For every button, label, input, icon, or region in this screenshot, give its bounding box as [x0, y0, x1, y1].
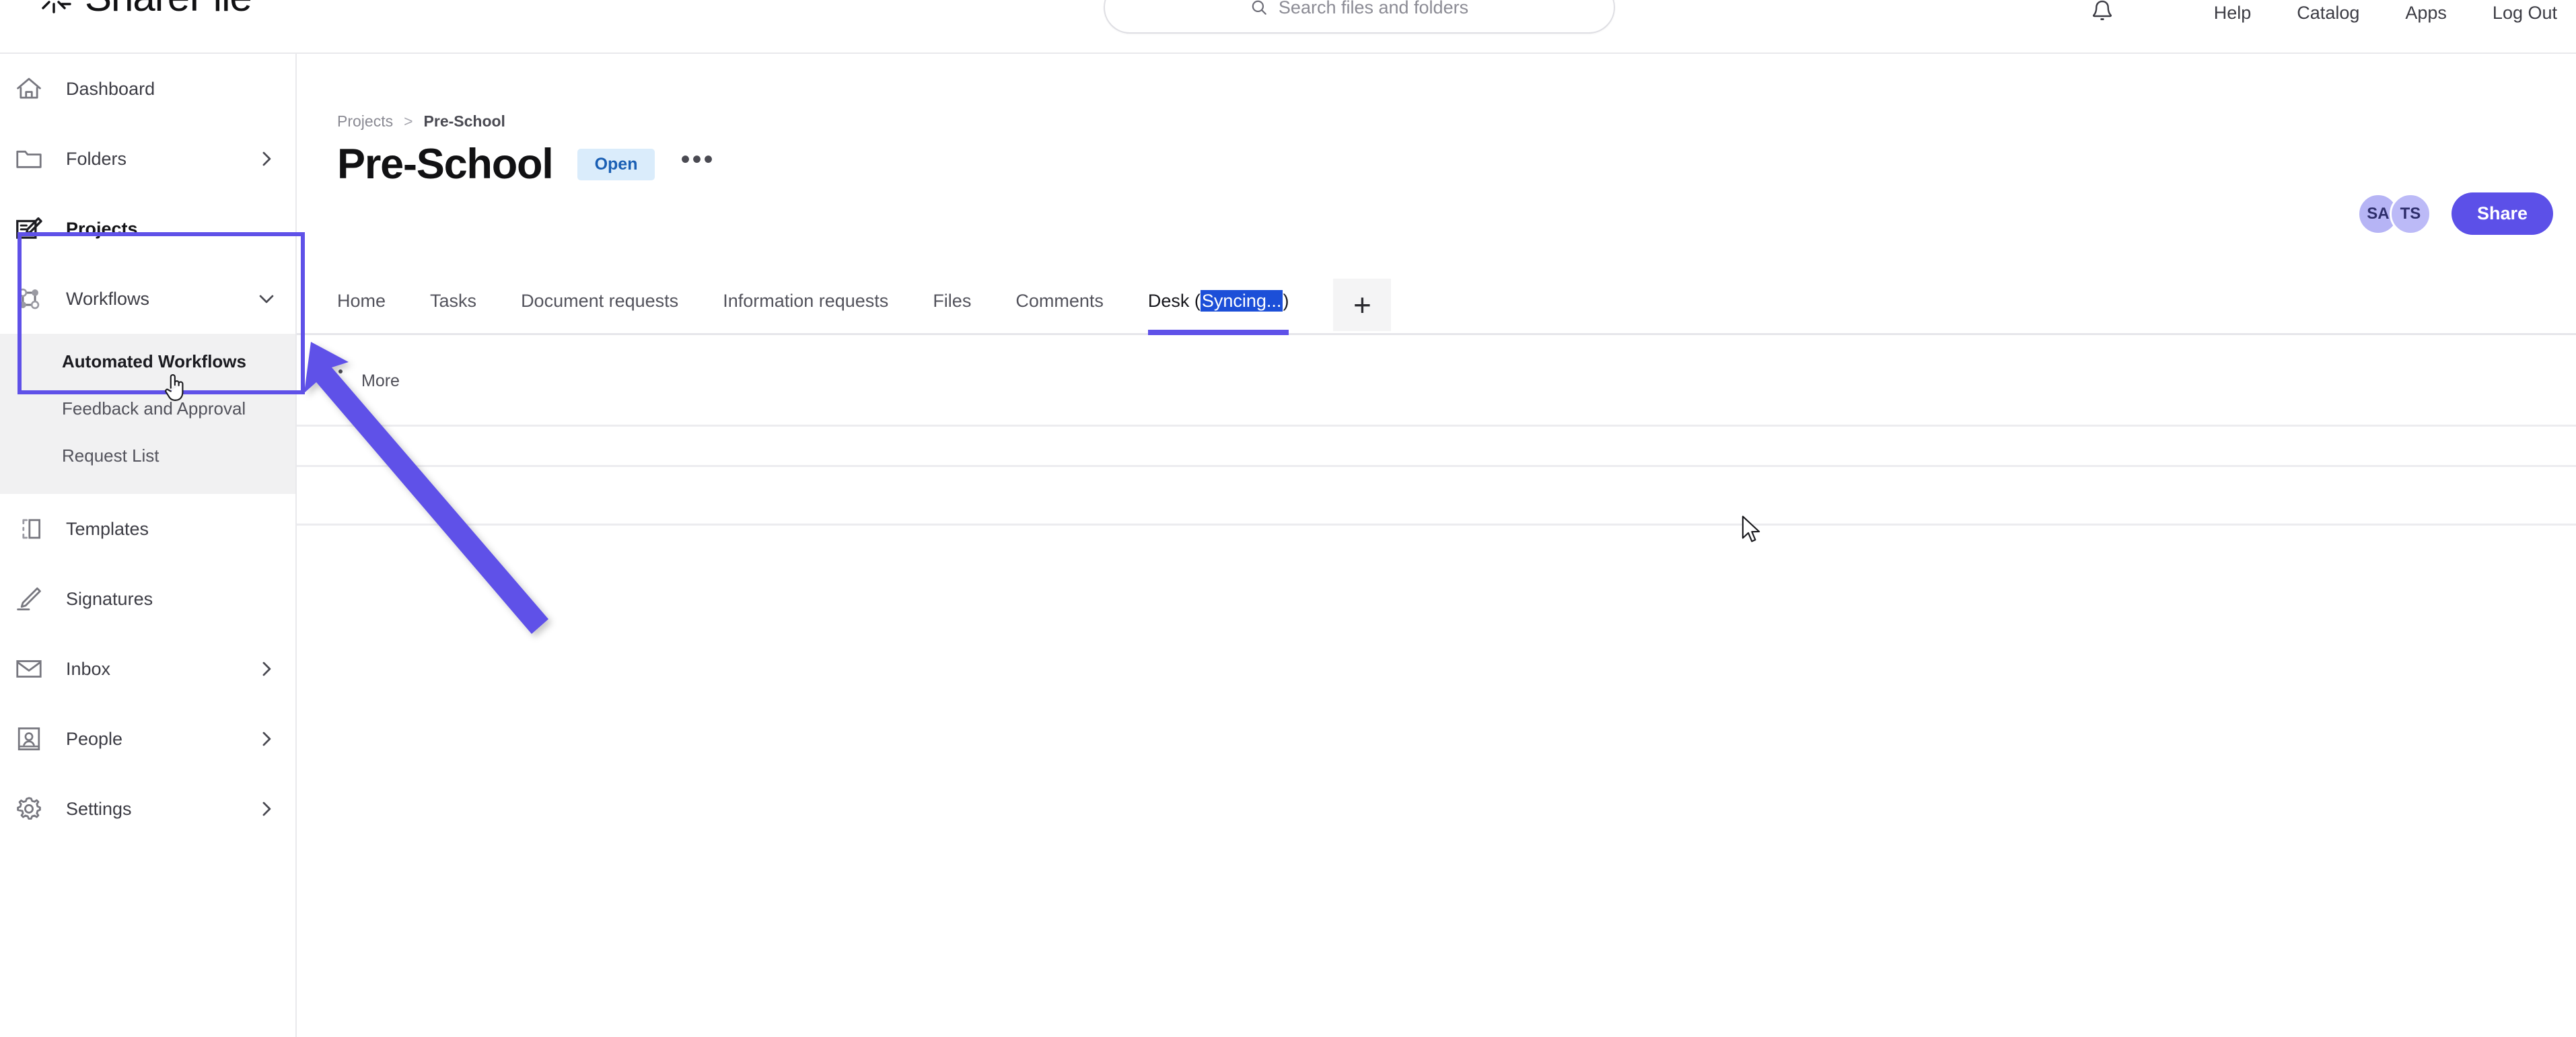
envelope-icon — [16, 660, 42, 678]
breadcrumb-link-projects[interactable]: Projects — [337, 112, 393, 131]
sidebar-item-label: People — [66, 728, 123, 749]
tab-desk-syncing[interactable]: Desk (Syncing...) — [1147, 290, 1289, 335]
header-link-apps[interactable]: Apps — [2405, 3, 2447, 24]
page-title-row: Pre-School Open ••• — [337, 138, 715, 191]
submenu-item-request-list[interactable]: Request List — [0, 432, 295, 479]
tab-desk-suffix: ) — [1283, 291, 1289, 311]
search-icon — [1252, 0, 1266, 15]
share-button[interactable]: Share — [2451, 192, 2553, 235]
sidebar-item-inbox[interactable]: Inbox — [0, 634, 295, 704]
top-header-bar: ShareFile Search files and folders Help … — [0, 0, 2576, 54]
sidebar-item-label: Dashboard — [66, 78, 155, 99]
submenu-item-label: Automated Workflows — [62, 351, 246, 371]
folder-icon — [16, 150, 42, 168]
header-link-help[interactable]: Help — [2214, 3, 2252, 24]
page-title: Pre-School — [337, 141, 554, 188]
sidebar-item-label: Projects — [66, 218, 138, 239]
sidebar-item-label: Templates — [66, 518, 149, 539]
brand-name-text: ShareFile — [85, 0, 252, 17]
content-row-empty — [297, 467, 2576, 526]
main-content: Projects > Pre-School Pre-School Open ••… — [297, 54, 2576, 1037]
sidebar-item-people[interactable]: People — [0, 704, 295, 774]
sidebar-item-workflows[interactable]: Workflows — [0, 264, 295, 334]
sidebar-item-signatures[interactable]: Signatures — [0, 564, 295, 634]
people-contact-icon — [17, 727, 40, 751]
sidebar-item-templates[interactable]: Templates — [0, 494, 295, 564]
chevron-down-icon — [259, 295, 274, 303]
chevron-right-icon — [262, 661, 271, 676]
template-icon — [22, 519, 41, 539]
search-input[interactable]: Search files and folders — [1104, 0, 1615, 34]
breadcrumb: Projects > Pre-School — [337, 112, 505, 131]
tab-comments[interactable]: Comments — [1015, 291, 1104, 333]
signature-pen-icon — [17, 587, 41, 611]
sidebar-navigation: Dashboard Folders Projects Workflows Aut… — [0, 54, 297, 1037]
tab-document-requests[interactable]: Document requests — [521, 291, 678, 333]
submenu-item-automated-workflows[interactable]: Automated Workflows — [0, 338, 295, 385]
submenu-item-feedback-and-approval[interactable]: Feedback and Approval — [0, 385, 295, 432]
sidebar-item-projects[interactable]: Projects — [0, 194, 295, 264]
vertical-dots-icon — [337, 369, 344, 392]
brand-logo[interactable]: ShareFile — [35, 0, 252, 17]
sidebar-item-label: Workflows — [66, 288, 150, 309]
header-link-catalog[interactable]: Catalog — [2297, 3, 2359, 24]
breadcrumb-current: Pre-School — [423, 112, 505, 130]
more-row[interactable]: More — [297, 337, 2576, 427]
chevron-right-icon — [262, 151, 271, 166]
chevron-right-icon — [262, 801, 271, 816]
tab-information-requests[interactable]: Information requests — [723, 291, 888, 333]
project-tabs: Home Tasks Document requests Information… — [297, 256, 2576, 335]
projects-edit-icon — [16, 217, 42, 239]
header-actions: Help Catalog Apps Log Out — [2089, 0, 2557, 27]
sidebar-item-settings[interactable]: Settings — [0, 774, 295, 844]
sidebar-item-label: Settings — [66, 798, 132, 819]
app-root: ShareFile Search files and folders Help … — [0, 0, 2576, 1037]
submenu-item-label: Request List — [62, 445, 159, 466]
arrow-cursor — [1742, 515, 1760, 542]
sidebar-item-folders[interactable]: Folders — [0, 124, 295, 194]
workflows-submenu: Automated Workflows Feedback and Approva… — [0, 334, 295, 494]
sidebar-item-label: Inbox — [66, 658, 111, 679]
home-icon — [17, 77, 41, 99]
hand-pointer-cursor — [165, 374, 184, 401]
submenu-item-label: Feedback and Approval — [62, 398, 246, 419]
search-placeholder: Search files and folders — [1278, 0, 1469, 17]
workflows-nodes-icon — [18, 288, 40, 310]
tab-home[interactable]: Home — [337, 291, 386, 333]
gear-icon — [17, 797, 41, 820]
sharefile-logo-icon — [42, 1, 71, 13]
tab-files[interactable]: Files — [933, 291, 971, 333]
sidebar-item-dashboard[interactable]: Dashboard — [0, 54, 295, 124]
project-members-and-share: SA TS Share — [2357, 192, 2553, 235]
content-row-empty — [297, 427, 2576, 467]
tab-desk-selected-text: Syncing... — [1200, 290, 1283, 312]
breadcrumb-separator: > — [404, 112, 413, 130]
tab-desk-prefix: Desk ( — [1147, 291, 1201, 311]
chevron-right-icon — [262, 731, 271, 746]
header-link-logout[interactable]: Log Out — [2493, 3, 2557, 24]
ellipsis-icon[interactable]: ••• — [680, 146, 715, 176]
tab-tasks[interactable]: Tasks — [430, 291, 476, 333]
status-badge: Open — [577, 148, 655, 180]
sidebar-item-label: Signatures — [66, 588, 153, 609]
more-label: More — [361, 371, 400, 390]
avatar[interactable]: TS — [2389, 192, 2431, 235]
bell-icon[interactable] — [2089, 0, 2116, 27]
sidebar-item-label: Folders — [66, 148, 127, 169]
add-tab-button[interactable]: + — [1333, 279, 1392, 331]
